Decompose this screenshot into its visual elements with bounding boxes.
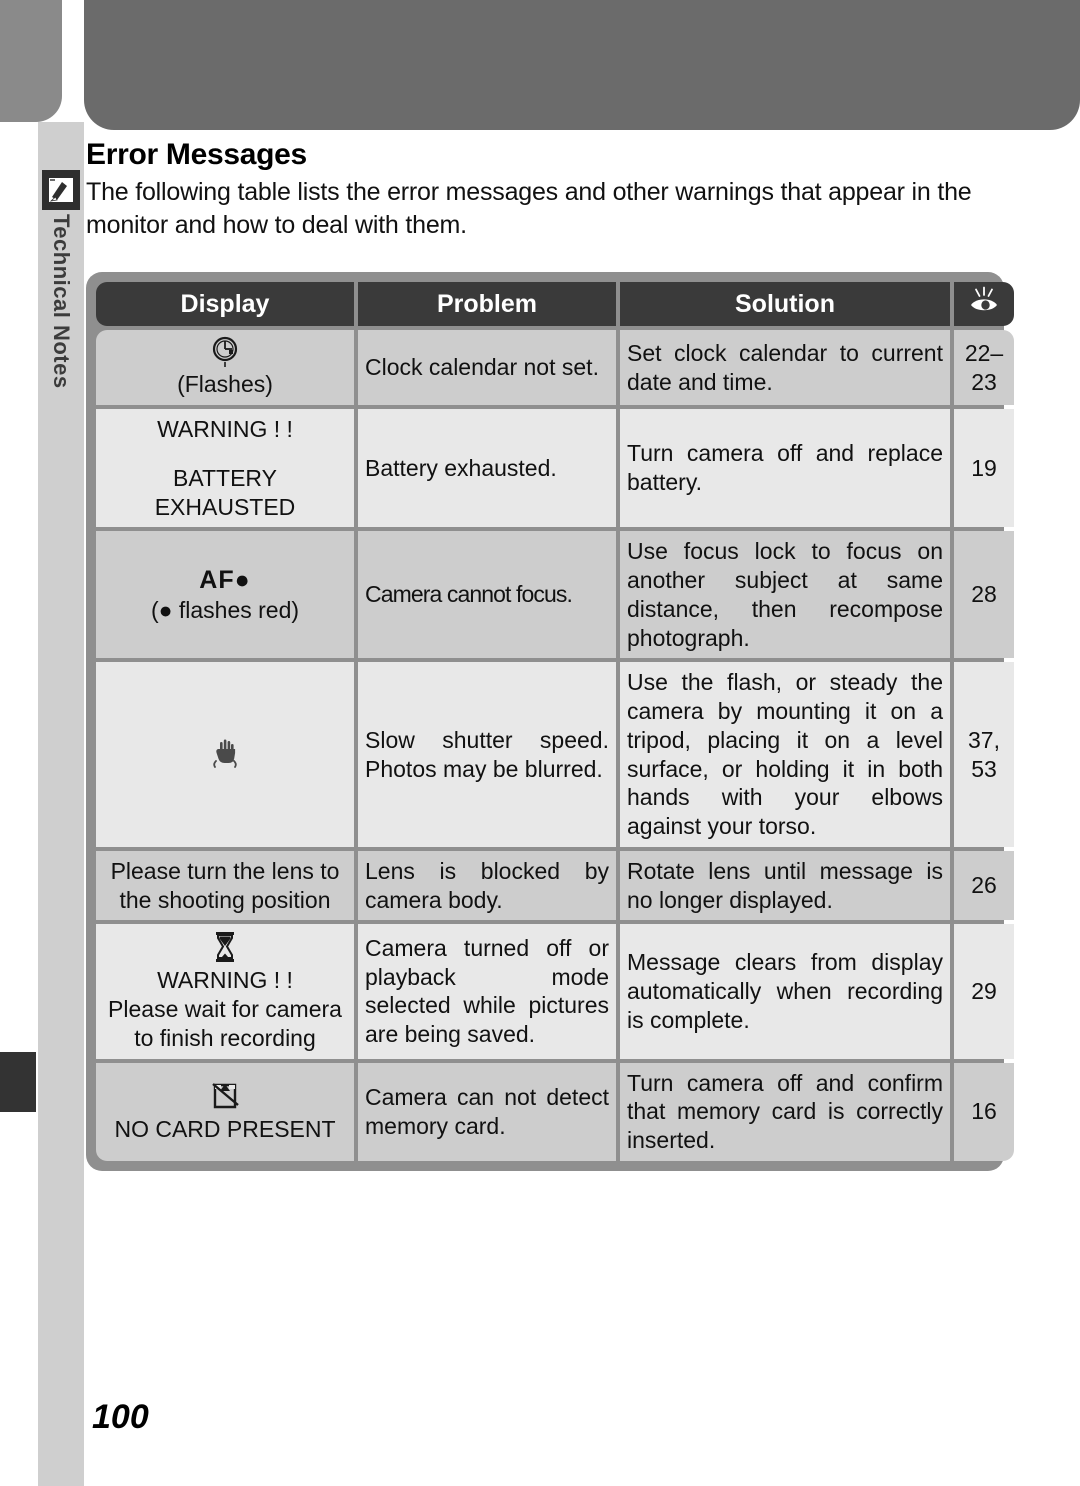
table-row: Please turn the lens to the shooting pos… <box>96 850 1014 921</box>
table-row: WARNING ! ! Please wait for camera to fi… <box>96 924 1014 1059</box>
pencil-note-icon <box>42 170 80 210</box>
column-header-solution: Solution <box>620 282 950 327</box>
display-line: WARNING ! ! <box>157 967 293 994</box>
page-title: Error Messages <box>86 138 307 171</box>
display-line: NO CARD PRESENT <box>114 1116 336 1143</box>
cell-problem: Camera can not detect memory card. <box>358 1062 616 1161</box>
cell-problem: Slow shutter speed. Photos may be blurre… <box>358 662 616 847</box>
cell-problem: Clock calendar not set. <box>358 330 616 405</box>
page-content: Error Messages The following table lists… <box>86 138 1016 243</box>
cell-page-reference[interactable]: 37, 53 <box>954 662 1014 847</box>
error-messages-table: Display Problem Solution (Flashes) Clock… <box>92 278 1018 1165</box>
cell-display: Please turn the lens to the shooting pos… <box>96 850 354 921</box>
cell-page-reference[interactable]: 28 <box>954 531 1014 659</box>
cell-display: AF● (● flashes red) <box>96 531 354 659</box>
cell-display: WARNING ! ! Please wait for camera to fi… <box>96 924 354 1059</box>
eye-icon <box>971 286 997 311</box>
table-row: AF● (● flashes red) Camera cannot focus.… <box>96 531 1014 659</box>
cell-solution: Turn camera off and confirm that memory … <box>620 1062 950 1161</box>
header-bar-right <box>84 0 1080 130</box>
display-line: BATTERY <box>173 464 277 491</box>
page-edge-marker <box>0 1052 36 1112</box>
display-line: AF● <box>199 565 251 594</box>
cell-page-reference[interactable]: 19 <box>954 409 1014 528</box>
camera-shake-hand-icon <box>213 739 237 768</box>
cell-solution: Message clears from display automaticall… <box>620 924 950 1059</box>
cell-display <box>96 662 354 847</box>
cell-problem: Lens is blocked by camera body. <box>358 850 616 921</box>
cell-solution: Use the flash, or steady the camera by m… <box>620 662 950 847</box>
table-row: NO CARD PRESENT Camera can not detect me… <box>96 1062 1014 1161</box>
page-number: 100 <box>92 1398 149 1436</box>
clock-icon <box>212 337 238 368</box>
display-line: Please wait for camera to finish recordi… <box>108 996 342 1051</box>
cell-problem: Camera cannot focus. <box>358 531 616 659</box>
no-memory-card-icon <box>212 1083 239 1109</box>
error-messages-table-wrap: Display Problem Solution (Flashes) Clock… <box>86 272 1014 1171</box>
header-bar-left <box>0 0 62 122</box>
cell-page-reference[interactable]: 22– 23 <box>954 330 1014 405</box>
cell-display: NO CARD PRESENT <box>96 1062 354 1161</box>
display-line: EXHAUSTED <box>154 493 296 520</box>
display-spacer <box>103 444 347 464</box>
table-row: Slow shutter speed. Photos may be blurre… <box>96 662 1014 847</box>
column-header-display: Display <box>96 282 354 327</box>
display-line: (● flashes red) <box>150 597 300 623</box>
column-header-problem: Problem <box>358 282 616 327</box>
cell-display: WARNING ! ! BATTERY EXHAUSTED <box>96 409 354 528</box>
sidebar-label: Technical Notes <box>38 214 84 514</box>
cell-page-reference[interactable]: 16 <box>954 1062 1014 1161</box>
cell-problem: Battery exhausted. <box>358 409 616 528</box>
cell-page-reference[interactable]: 26 <box>954 850 1014 921</box>
table-header-row: Display Problem Solution <box>96 282 1014 327</box>
cell-solution: Turn camera off and replace battery. <box>620 409 950 528</box>
hourglass-icon <box>216 932 234 963</box>
manual-page: Technical Notes Error Messages The follo… <box>0 0 1080 1486</box>
table-row: (Flashes) Clock calendar not set. Set cl… <box>96 330 1014 405</box>
table-row: WARNING ! ! BATTERY EXHAUSTED Battery ex… <box>96 409 1014 528</box>
cell-solution: Rotate lens until message is no longer d… <box>620 850 950 921</box>
cell-display: (Flashes) <box>96 330 354 405</box>
sidebar-label-text: Technical Notes <box>49 214 74 389</box>
display-line: (Flashes) <box>177 371 273 398</box>
cell-problem: Camera turned off or playback mode selec… <box>358 924 616 1059</box>
cell-page-reference[interactable]: 29 <box>954 924 1014 1059</box>
cell-solution: Use focus lock to focus on another subje… <box>620 531 950 659</box>
display-line: WARNING ! ! <box>157 416 293 442</box>
cell-solution: Set clock calendar to current date and t… <box>620 330 950 405</box>
table-body: (Flashes) Clock calendar not set. Set cl… <box>96 330 1014 1161</box>
column-header-page-reference <box>954 282 1014 327</box>
intro-paragraph: The following table lists the error mess… <box>86 178 972 240</box>
